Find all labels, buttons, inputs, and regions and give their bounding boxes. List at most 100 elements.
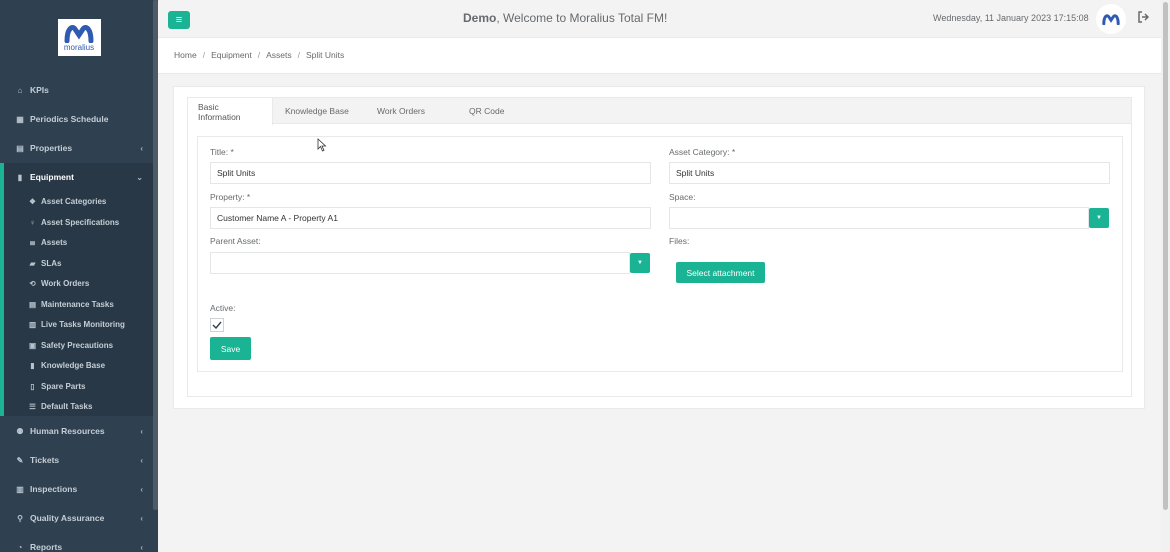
select-attachment-button[interactable]: Select attachment [676,262,765,283]
logout-icon[interactable] [1137,11,1151,25]
asset-category-value: Split Units [676,168,715,178]
breadcrumb: Home / Equipment / Assets / Split Units [174,50,344,60]
tab-label: QR Code [469,106,505,116]
chart-icon: ◔ [17,542,23,552]
avatar[interactable] [1096,4,1126,34]
sidebar-subitem-spare-parts[interactable]: ▯ Spare Parts [28,377,85,395]
sidebar-item-reports[interactable]: ◔ Reports ‹ [0,533,153,552]
sidebar-subitem-label: SLAs [41,258,62,268]
users-icon: ⚉ [16,426,24,436]
active-label: Active: [210,303,236,313]
sidebar-subitem-safety-precautions[interactable]: ▣ Safety Precautions [28,336,113,354]
welcome-username: Demo [463,11,497,25]
select-attachment-label: Select attachment [686,267,755,278]
sidebar-item-inspections[interactable]: ▥ Inspections ‹ [0,475,153,503]
active-checkbox[interactable] [210,318,224,332]
tasks-icon: ☰ [29,401,36,411]
sidebar-item-equipment[interactable]: ▮ Equipment ⌄ [0,163,153,191]
sidebar-item-tickets[interactable]: ✎ Tickets ‹ [0,446,153,474]
sidebar-subitem-work-orders[interactable]: ⟲ Work Orders [28,274,89,292]
search-icon: ⚲ [17,513,23,523]
sidebar-item-label: Equipment [30,172,74,182]
property-field[interactable]: Customer Name A - Property A1 [210,207,651,229]
sidebar-subitem-label: Work Orders [41,278,90,288]
asset-category-label: Asset Category: * [669,147,736,157]
asset-category-field[interactable]: Split Units [669,162,1110,184]
sidebar-item-label: Human Resources [30,426,105,436]
sidebar-item-label: Quality Assurance [30,513,105,523]
sidebar-item-properties[interactable]: ▤ Properties ‹ [0,134,153,162]
list-alt-icon: ▤ [28,299,37,309]
file-icon: ▯ [30,381,35,391]
parent-asset-select[interactable] [210,252,630,274]
sidebar-subitem-default-tasks[interactable]: ☰ Default Tasks [28,397,92,415]
menu-toggle-button[interactable]: ≡ [168,11,190,29]
page-scrollbar-thumb[interactable] [1163,2,1168,510]
sidebar-subitem-slas[interactable]: ▰ SLAs [28,254,62,272]
checkmark-icon [212,321,222,329]
sidebar-subitem-label: Knowledge Base [41,360,106,370]
equipment-submenu: ❖ Asset Categories ♀ Asset Specification… [0,190,153,416]
tab-basic-information[interactable]: Basic Information [188,98,273,125]
moralius-logo-icon [64,25,94,43]
chevron-left-icon: ‹ [140,455,143,465]
welcome-message: , Welcome to Moralius Total FM! [496,11,668,25]
sidebar-scrollbar[interactable] [153,0,158,510]
asset-card: Basic Information Knowledge Base Work Or… [173,86,1145,409]
chevron-left-icon: ‹ [140,426,143,436]
breadcrumb-assets[interactable]: Assets [266,50,292,60]
sidebar-subitem-label: Spare Parts [41,381,86,391]
sidebar-subitem-asset-categories[interactable]: ❖ Asset Categories [28,192,106,210]
truck-icon: ▰ [29,258,36,268]
welcome-text: Demo, Welcome to Moralius Total FM! [463,11,667,25]
moralius-logo-icon [1102,14,1120,25]
space-select[interactable] [669,207,1089,229]
sidebar-item-quality-assurance[interactable]: ⚲ Quality Assurance ‹ [0,504,153,532]
sidebar-subitem-asset-specifications[interactable]: ♀ Asset Specifications [28,213,120,231]
space-dropdown-button[interactable]: ▼ [1089,208,1109,228]
sidebar-item-label: KPIs [30,85,49,95]
sidebar-subitem-live-tasks-monitoring[interactable]: ▥ Live Tasks Monitoring [28,315,125,333]
tab-qr-code[interactable]: QR Code [459,98,514,124]
title-field[interactable]: Split Units [210,162,651,184]
hamburger-icon: ≡ [175,14,183,26]
sidebar-item-label: Properties [30,143,73,153]
briefcase-icon: ▣ [28,340,37,350]
refresh-icon: ⟲ [29,278,36,288]
cubes-icon: ❖ [29,196,36,206]
chevron-left-icon: ‹ [140,484,143,494]
sidebar-subitem-maintenance-tasks[interactable]: ▤ Maintenance Tasks [28,295,114,313]
list-icon: ≣ [29,237,36,247]
sidebar-subitem-knowledge-base[interactable]: ▮ Knowledge Base [28,356,105,374]
sidebar-subitem-assets[interactable]: ≣ Assets [28,233,67,251]
sidebar-item-human-resources[interactable]: ⚉ Human Resources ‹ [0,417,153,445]
sidebar-subitem-label: Maintenance Tasks [41,299,114,309]
sidebar-item-label: Reports [30,542,63,552]
book-icon: ▮ [30,360,35,370]
space-label: Space: [669,192,696,202]
tab-knowledge-base[interactable]: Knowledge Base [275,98,359,124]
sidebar-item-periodics-schedule[interactable]: ▦ Periodics Schedule [0,105,153,133]
sidebar-item-kpis[interactable]: ⌂ KPIs [0,76,153,104]
logo-area: moralius [0,0,158,68]
parent-asset-label: Parent Asset: [210,236,261,246]
page-scrollbar[interactable] [1161,0,1170,552]
breadcrumb-separator: / [257,50,261,60]
tab-work-orders[interactable]: Work Orders [367,98,435,124]
calendar-icon: ▦ [16,114,24,124]
breadcrumb-equipment[interactable]: Equipment [211,50,252,60]
logo[interactable]: moralius [57,19,101,56]
sidebar-subitem-label: Asset Specifications [41,217,120,227]
breadcrumb-home[interactable]: Home [174,50,197,60]
home-icon: ⌂ [17,85,23,95]
breadcrumb-separator: / [297,50,300,60]
save-button[interactable]: Save [210,337,251,360]
breadcrumb-separator: / [202,50,206,60]
files-label: Files: [669,236,690,246]
parent-asset-dropdown-button[interactable]: ▼ [630,253,650,273]
save-label: Save [220,343,241,354]
tab-bar: Basic Information Knowledge Base Work Or… [188,98,1131,125]
chevron-left-icon: ‹ [140,513,143,523]
tab-label: Knowledge Base [285,106,349,116]
property-value: Customer Name A - Property A1 [217,213,338,223]
